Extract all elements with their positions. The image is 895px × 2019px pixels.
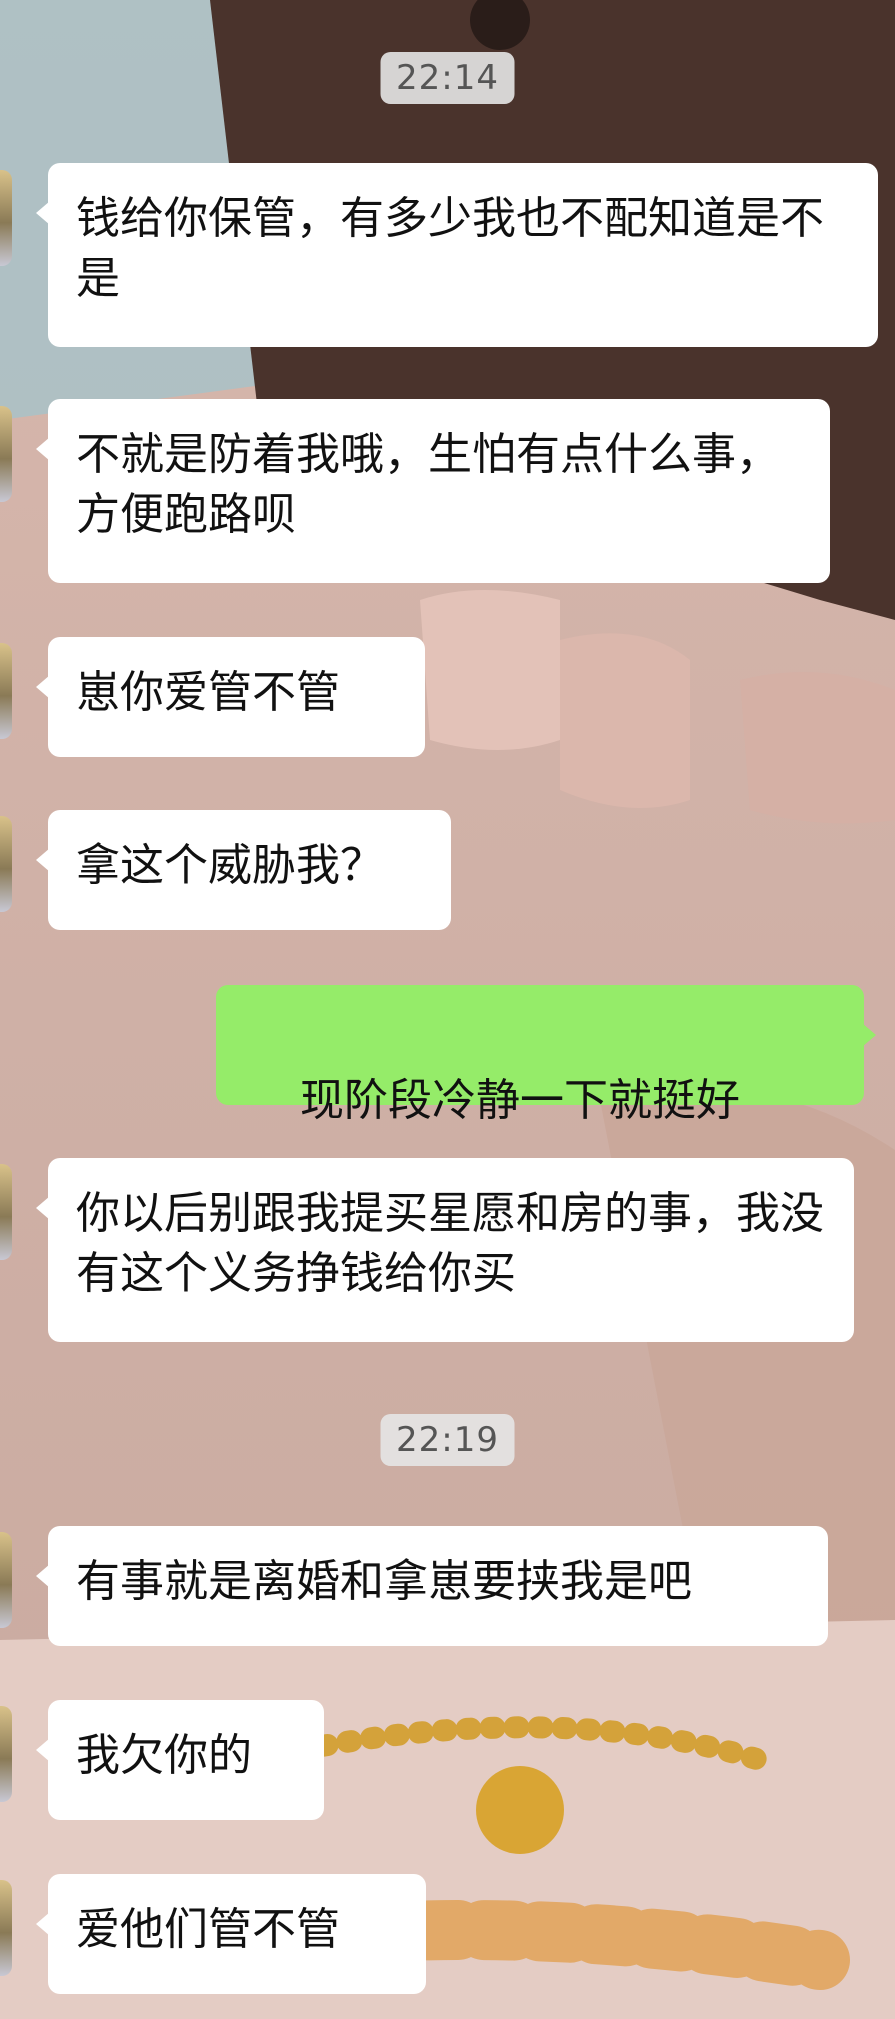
contact-avatar[interactable] <box>0 170 12 266</box>
message-text: 现阶段冷静一下就挺好 <box>299 1075 740 1126</box>
chat-window: 22:14 钱给你保管，有多少我也不配知道是不是 不就是防着我哦，生怕有点什么事… <box>0 0 895 2019</box>
timestamp: 22:19 <box>380 1414 515 1466</box>
message-bubble-incoming[interactable]: 你以后别跟我提买星愿和房的事，我没有这个义务挣钱给你买 <box>36 1158 854 1342</box>
contact-avatar[interactable] <box>0 1880 12 1976</box>
contact-avatar[interactable] <box>0 1706 12 1802</box>
message-bubble-incoming[interactable]: 崽你爱管不管 <box>36 637 425 757</box>
message-bubble-incoming[interactable]: 钱给你保管，有多少我也不配知道是不是 <box>36 163 878 347</box>
message-bubble-incoming[interactable]: 爱他们管不管 <box>36 1874 426 1994</box>
message-bubble-incoming[interactable]: 不就是防着我哦，生怕有点什么事，方便跑路呗 <box>36 399 830 583</box>
contact-avatar[interactable] <box>0 643 12 739</box>
timestamp: 22:14 <box>380 52 515 104</box>
message-bubble-outgoing[interactable]: 现阶段冷静一下就挺好 <box>216 985 876 1244</box>
contact-avatar[interactable] <box>0 1164 12 1260</box>
message-bubble-incoming[interactable]: 有事就是离婚和拿崽要挟我是吧 <box>36 1526 828 1646</box>
message-bubble-incoming[interactable]: 我欠你的 <box>36 1700 324 1820</box>
contact-avatar[interactable] <box>0 1532 12 1628</box>
contact-avatar[interactable] <box>0 406 12 502</box>
message-bubble-incoming[interactable]: 拿这个威胁我？ <box>36 810 451 930</box>
contact-avatar[interactable] <box>0 816 12 912</box>
